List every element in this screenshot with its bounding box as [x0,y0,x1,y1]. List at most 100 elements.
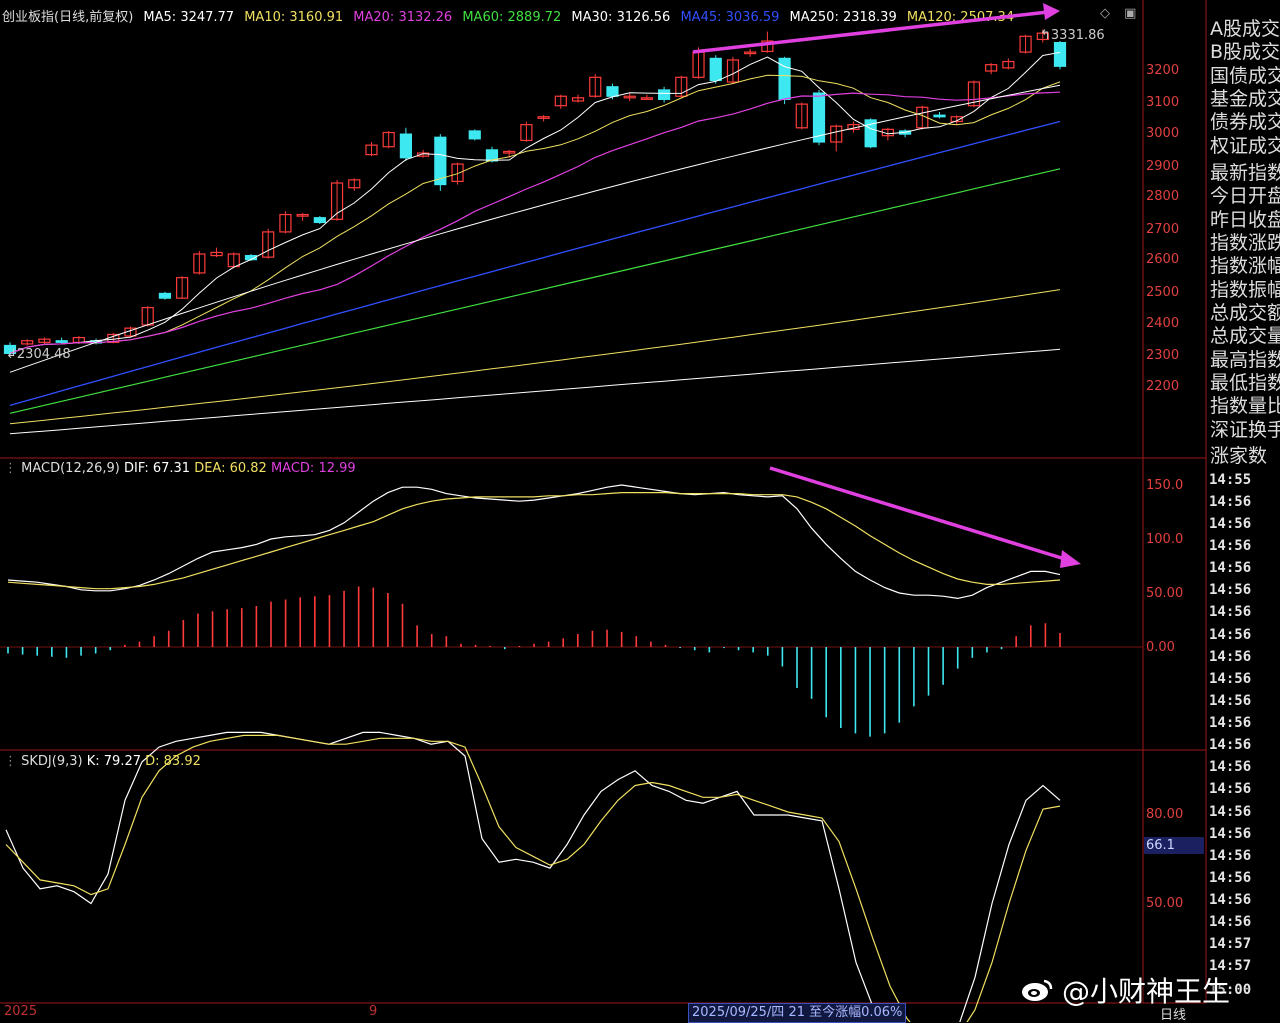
time-row: 14:55 [1209,472,1252,488]
macd-layer [7,484,1061,737]
bottom-year: 2025 [4,1004,38,1019]
price-tick-2600: 2600 [1146,252,1180,267]
sidebar-item[interactable]: 指数涨幅 [1210,251,1280,278]
time-row: 14:56 [1209,671,1252,687]
time-row: 14:56 [1209,693,1252,709]
sidebar-item[interactable]: 今日开盘 [1210,181,1280,208]
ma5-line [9,51,1061,354]
time-row: 14:56 [1209,560,1252,576]
skdj-title: SKDJ(9,3) [21,754,83,769]
divergence-arrows [692,3,1081,568]
price-tick-2200: 2200 [1146,379,1180,394]
skdj-d: D: 83.92 [145,754,201,769]
price-tick-3100: 3100 [1146,95,1180,110]
macd-arrow-head [1060,550,1081,568]
price-tick-2300: 2300 [1146,348,1180,363]
sidebar-item[interactable]: 权证成交 [1210,131,1280,158]
ma30-line [9,84,1061,373]
price-tick-2400: 2400 [1146,316,1180,331]
price-tick-2700: 2700 [1146,222,1180,237]
time-row: 14:56 [1209,914,1252,930]
price-trend-arrow [692,10,1049,54]
macd-title: MACD(12,26,9) [21,461,120,476]
date-range-status[interactable]: 2025/09/25/四 21 至今涨幅0.06% [688,1003,907,1023]
candle-down [399,133,413,159]
macd-tick-150: 150.0 [1146,478,1184,493]
skdj-k-line [5,731,1061,1022]
weibo-watermark: @小财神王生 [1020,970,1230,1010]
time-row: 14:57 [1209,936,1252,952]
price-tick-3000: 3000 [1146,126,1180,141]
skdj-d-line [5,734,1061,1022]
macd-handle-icon[interactable]: ⋮ [4,461,17,476]
candle-down [657,89,671,100]
charts-canvas[interactable] [0,0,1280,1022]
time-row: 14:56 [1209,627,1252,643]
macd-tick-0: 0.00 [1146,640,1175,655]
time-row: 14:56 [1209,848,1252,864]
time-row: 14:56 [1209,604,1252,620]
price-arrow-head [1043,3,1060,20]
candle-down [55,340,68,343]
candle-down [468,130,481,140]
ma250-line [9,348,1061,435]
low-label: 2304.48 [16,347,71,362]
macd-trend-arrow [769,466,1069,562]
macd-tick-50: 50.00 [1146,586,1184,601]
low-arrow-icon: ↲ [6,347,17,362]
macd-tick-100: 100.0 [1146,532,1184,547]
macd-dif: DIF: 67.31 [124,461,191,476]
candle-down [606,86,619,97]
skdj-k: K: 79.27 [86,754,141,769]
time-row: 14:56 [1209,826,1252,842]
high-arrow-icon: ↰ [1040,28,1051,43]
sidebar-item[interactable]: 涨家数 [1210,441,1280,468]
macd-dea: DEA: 60.82 [194,461,267,476]
skdj-handle-icon[interactable]: ⋮ [4,754,17,769]
skdj-legend: ⋮ SKDJ(9,3) K: 79.27 D: 83.92 [4,754,201,769]
time-row: 14:56 [1209,649,1252,665]
skdj-layer [5,731,1061,1022]
candle-down [933,114,946,118]
sidebar-item[interactable]: 总成交量 [1210,321,1280,348]
sidebar-item[interactable]: 指数量比 [1210,391,1280,418]
candle-down [1053,42,1067,67]
time-row: 14:56 [1209,538,1252,554]
macd-value: MACD: 12.99 [270,461,356,476]
ma120-line [9,289,1061,425]
sidebar-item[interactable]: 债券成交 [1210,107,1280,134]
price-tick-2500: 2500 [1146,285,1180,300]
skdj-tick-80: 80.00 [1146,807,1184,822]
macd-legend: ⋮ MACD(12,26,9) DIF: 67.31 DEA: 60.82 MA… [4,461,356,476]
skdj-tick-50: 50.00 [1146,896,1184,911]
bottom-month-tick: 9 [369,1004,378,1019]
price-layer [3,29,1067,435]
time-row: 14:56 [1209,715,1252,731]
price-tick-3200: 3200 [1146,63,1180,78]
ma45-line [9,120,1061,407]
high-marker: ↰3331.86 [1040,28,1105,43]
skdj-current-value: 66.1 [1144,837,1204,854]
candle-down [158,292,172,299]
time-row: 14:56 [1209,582,1252,598]
watermark-text: @小财神王生 [1062,975,1231,1008]
time-row: 14:56 [1209,892,1252,908]
stock-chart-window: 创业板指(日线,前复权) MA5: 3247.77 MA10: 3160.91 … [0,0,1280,1023]
low-marker: ↲2304.48 [6,347,71,362]
ma60-line [9,168,1061,414]
time-row: 14:56 [1209,781,1252,797]
high-label: 3331.86 [1050,28,1105,43]
candle-down [709,57,722,82]
sidebar-item[interactable]: 深证换手 [1210,415,1280,442]
candle-down [313,217,326,224]
time-row: 14:56 [1209,737,1252,753]
price-tick-2900: 2900 [1146,159,1180,174]
time-row: 14:56 [1209,759,1252,775]
time-row: 14:56 [1209,870,1252,886]
price-tick-2800: 2800 [1146,189,1180,204]
time-row: 14:56 [1209,516,1252,532]
time-row: 14:56 [1209,804,1252,820]
sidebar-item[interactable]: B股成交 [1210,37,1280,64]
weibo-icon [1022,979,1053,1001]
time-row: 14:56 [1209,494,1252,510]
